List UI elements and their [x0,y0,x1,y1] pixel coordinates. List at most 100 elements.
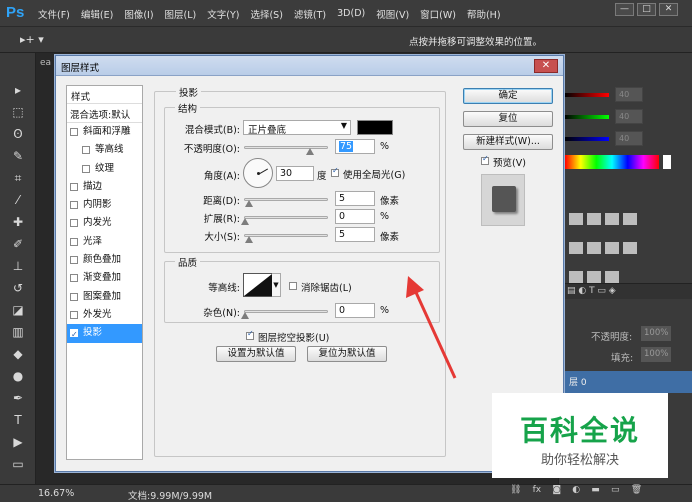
blue-slider[interactable] [565,137,609,141]
checkbox-checked[interactable] [246,329,254,340]
size-input[interactable]: 5 [335,227,375,242]
style-item-drop-shadow[interactable]: 投影 [67,324,142,344]
close-icon[interactable]: ✕ [534,59,558,73]
move-tool-icon[interactable]: ▸ [8,81,28,99]
exposure-icon[interactable] [605,213,619,225]
green-value[interactable]: 40 [615,109,643,124]
style-item-inner-shadow[interactable]: 内阴影 [67,196,142,214]
size-slider-thumb[interactable] [245,236,253,243]
blur-tool-icon[interactable]: ◆ [8,345,28,363]
link-icon[interactable]: ⛓ [510,485,521,495]
cancel-reset-button[interactable]: 复位 [463,111,553,127]
opacity-input[interactable]: 75 [335,139,375,154]
document-info[interactable]: 文档:9.99M/9.99M [128,488,212,502]
style-item-texture[interactable]: 纹理 [67,160,142,178]
mask-icon[interactable]: ◙ [552,485,561,495]
hue-icon[interactable] [569,242,583,254]
angle-input[interactable]: 30 [276,166,314,181]
new-style-button[interactable]: 新建样式(W)... [463,134,553,150]
set-default-button[interactable]: 设置为默认值 [216,346,296,362]
size-slider[interactable] [244,234,328,237]
checkbox[interactable] [289,282,297,290]
red-slider[interactable] [565,93,609,97]
new-layer-icon[interactable]: ▭ [611,485,620,495]
style-item-gradient-overlay[interactable]: 渐变叠加 [67,269,142,287]
trash-icon[interactable]: 🗑 [631,485,642,495]
styles-header[interactable]: 样式 [67,86,142,104]
checkbox-checked[interactable] [481,154,489,165]
curves-icon[interactable] [587,213,601,225]
preview-checkbox[interactable]: 预览(V) [481,154,526,169]
bw-icon[interactable] [605,242,619,254]
spread-slider-thumb[interactable] [241,218,249,225]
maximize-icon[interactable]: □ [637,3,656,16]
crop-tool-icon[interactable]: ⌗ [8,169,28,187]
blending-options-item[interactable]: 混合选项:默认 [67,104,142,123]
menu-type[interactable]: 文字(Y) [207,7,239,21]
style-item-outer-glow[interactable]: 外发光 [67,306,142,324]
noise-input[interactable]: 0 [335,303,375,318]
distance-slider-thumb[interactable] [245,200,253,207]
chevron-down-icon[interactable]: ▼ [272,273,281,297]
style-item-stroke[interactable]: 描边 [67,178,142,196]
healing-tool-icon[interactable]: ✚ [8,213,28,231]
menu-help[interactable]: 帮助(H) [467,7,501,21]
brush-tool-icon[interactable]: ✐ [8,235,28,253]
dodge-tool-icon[interactable]: ● [8,367,28,385]
checkbox[interactable] [82,146,90,155]
opacity-slider[interactable] [244,146,328,149]
noise-slider[interactable] [244,310,328,313]
menu-layer[interactable]: 图层(L) [165,7,197,21]
checkbox[interactable] [70,256,78,265]
checkbox-checked[interactable] [70,326,78,344]
checkbox[interactable] [70,182,78,191]
menu-filter[interactable]: 滤镜(T) [294,7,326,21]
brightness-icon[interactable] [569,213,583,225]
path-select-tool-icon[interactable]: ▶ [8,433,28,451]
marquee-tool-icon[interactable]: ⬚ [8,103,28,121]
shape-tool-icon[interactable]: ▭ [8,455,28,473]
blue-value[interactable]: 40 [615,131,643,146]
global-light-checkbox[interactable]: 使用全局光(G) [331,166,405,181]
layer-opacity-field[interactable]: 100% [641,326,671,341]
checkbox-checked[interactable] [331,166,339,177]
adjustment-layer-icon[interactable]: ◐ [572,485,580,495]
checkbox[interactable] [70,292,78,301]
eyedropper-tool-icon[interactable]: ⁄ [8,191,28,209]
lookup-icon[interactable] [623,242,637,254]
shadow-color-swatch[interactable] [357,120,393,135]
red-value[interactable]: 40 [615,87,643,102]
style-item-inner-glow[interactable]: 内发光 [67,214,142,232]
layer-fill-field[interactable]: 100% [641,347,671,362]
quick-select-tool-icon[interactable]: ✎ [8,147,28,165]
invert-icon[interactable] [569,271,583,283]
type-tool-icon[interactable]: T [8,411,28,429]
posterize-icon[interactable] [587,271,601,283]
menu-file[interactable]: 文件(F) [38,7,70,21]
spread-slider[interactable] [244,216,328,219]
opacity-slider-thumb[interactable] [306,148,314,155]
close-window-icon[interactable]: ✕ [659,3,678,16]
checkbox[interactable] [70,219,78,228]
zoom-level[interactable]: 16.67% [38,488,74,499]
checkbox[interactable] [70,274,78,283]
style-item-color-overlay[interactable]: 颜色叠加 [67,251,142,269]
gradient-tool-icon[interactable]: ▥ [8,323,28,341]
menu-image[interactable]: 图像(I) [124,7,153,21]
antialias-checkbox[interactable]: 消除锯齿(L) [289,280,352,294]
distance-input[interactable]: 5 [335,191,375,206]
knockout-checkbox[interactable]: 图层挖空投影(U) [246,329,329,344]
checkbox[interactable] [82,164,90,173]
menu-window[interactable]: 窗口(W) [420,7,456,21]
menu-edit[interactable]: 编辑(E) [81,7,113,21]
layer-row[interactable]: 层 0 [559,371,692,393]
stamp-tool-icon[interactable]: ⊥ [8,257,28,275]
eraser-tool-icon[interactable]: ◪ [8,301,28,319]
vibrance-icon[interactable] [623,213,637,225]
contour-picker[interactable] [243,273,273,297]
menu-select[interactable]: 选择(S) [250,7,282,21]
checkbox[interactable] [70,128,78,136]
dialog-titlebar[interactable]: 图层样式 ✕ [56,56,563,76]
style-item-pattern-overlay[interactable]: 图案叠加 [67,288,142,306]
noise-slider-thumb[interactable] [241,312,249,319]
